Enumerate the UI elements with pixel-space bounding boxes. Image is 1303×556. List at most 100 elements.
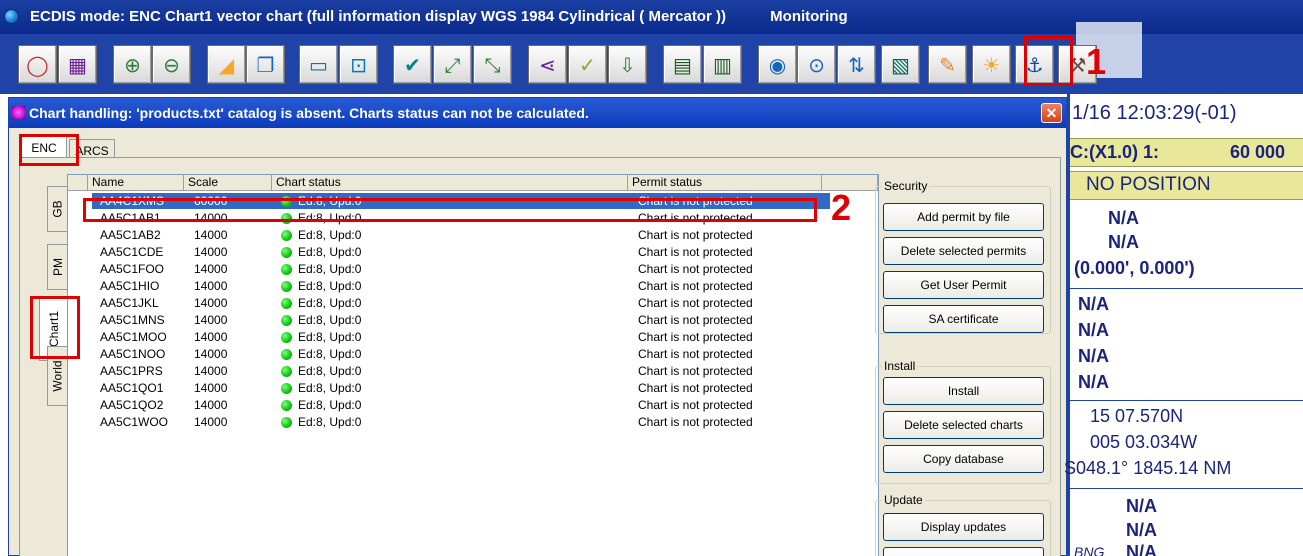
display-updates-button[interactable]: Display updates [883, 513, 1044, 541]
value-na-9: N/A [1126, 542, 1157, 556]
close-button[interactable]: ✕ [1041, 103, 1062, 123]
status-dot-icon [281, 383, 292, 394]
pencil-icon: ✎ [939, 52, 956, 77]
zoom-in-button[interactable]: ⊕ [113, 45, 152, 84]
permit-status: Chart is not protected [638, 347, 753, 361]
side-tab-pm[interactable]: PM [47, 244, 69, 290]
chart-handling-dialog: Chart handling: 'products.txt' catalog i… [8, 97, 1067, 556]
layers-button[interactable]: ❐ [246, 45, 285, 84]
side-tab-gb[interactable]: GB [47, 186, 69, 232]
scale-row: C:(X1.0) 1: 60 000 [1070, 138, 1303, 167]
chart-status: Ed:8, Upd:0 [298, 228, 362, 242]
table-row[interactable]: AA5C1MNS 14000 Ed:8, Upd:0 Chart is not pro… [68, 312, 878, 328]
annotation-box-row [83, 198, 817, 222]
check-route-button[interactable]: ✓ [568, 45, 607, 84]
value-na-6: N/A [1078, 372, 1109, 392]
route-ab-button[interactable]: ⤢ [433, 45, 472, 84]
table-row[interactable]: AA5C1NOO 14000 Ed:8, Upd:0 Chart is not pro… [68, 346, 878, 362]
install-group: Install Install Delete selected charts C… [875, 359, 1051, 484]
security-group-label: Security [882, 179, 930, 193]
table-row[interactable]: AA5C1CDE 14000 Ed:8, Upd:0 Chart is not pro… [68, 244, 878, 260]
chart-name: AA5C1HIO [100, 279, 160, 293]
target-icon: ◉ [768, 52, 787, 77]
permit-status: Chart is not protected [638, 398, 753, 412]
share-nodes-button[interactable]: ⋖ [528, 45, 567, 84]
column-header-permit-status[interactable]: Permit status [628, 175, 822, 191]
chart-scale: 14000 [194, 245, 228, 259]
chart-list[interactable]: Name Scale Chart status Permit status AA… [67, 174, 879, 556]
pencil-button[interactable]: ✎ [928, 45, 967, 84]
chart-handling-icon: ▧ [891, 52, 910, 77]
value-na-3: N/A [1078, 294, 1109, 314]
copy-database-button[interactable]: Copy database [883, 445, 1044, 473]
download-route-icon: ⇩ [619, 52, 636, 77]
download-route-button[interactable]: ⇩ [608, 45, 647, 84]
sa-certificate-button[interactable]: SA certificate [883, 305, 1044, 333]
separator [1070, 488, 1303, 489]
annotation-number-1: 1 [1086, 41, 1107, 82]
table-row[interactable]: AA5C1AB2 14000 Ed:8, Upd:0 Chart is not pro… [68, 227, 878, 243]
install-button[interactable]: Install [883, 377, 1044, 405]
chart-book-button[interactable]: ▥ [703, 45, 742, 84]
permit-status: Chart is not protected [638, 296, 753, 310]
layers-icon: ❐ [256, 52, 275, 77]
chart-add-button[interactable]: ▤ [663, 45, 702, 84]
column-header-name[interactable]: Name [88, 175, 184, 191]
table-row[interactable]: AA5C1MOO 14000 Ed:8, Upd:0 Chart is not pro… [68, 329, 878, 345]
permit-status: Chart is not protected [638, 313, 753, 327]
chart-status: Ed:8, Upd:0 [298, 296, 362, 310]
chart-area-button[interactable]: ◢ [207, 45, 246, 84]
table-row[interactable]: AA5C1QO2 14000 Ed:8, Upd:0 Chart is not pro… [68, 397, 878, 413]
chart-fit-button[interactable]: ⊡ [339, 45, 378, 84]
chart-frame-button[interactable]: ▭ [299, 45, 338, 84]
permit-status: Chart is not protected [638, 279, 753, 293]
list-header: Name Scale Chart status Permit status [68, 175, 878, 191]
calendar-add-button[interactable]: ▦ [58, 45, 97, 84]
value-na-1: N/A [1108, 208, 1139, 228]
table-row[interactable]: AA5C1PRS 14000 Ed:8, Upd:0 Chart is not pro… [68, 363, 878, 379]
chart-name: AA5C1NOO [100, 347, 166, 361]
zoom-out-button[interactable]: ⊖ [152, 45, 191, 84]
status-dot-icon [281, 366, 292, 377]
chart-status: Ed:8, Upd:0 [298, 347, 362, 361]
annotation-number-2: 2 [831, 187, 852, 228]
table-row[interactable]: AA5C1WOO 14000 Ed:8, Upd:0 Chart is not pro… [68, 414, 878, 430]
scale-prefix: C:(X1.0) 1: [1070, 142, 1160, 162]
bng-label: BNG [1074, 544, 1105, 556]
lifebuoy-button[interactable]: ◯ [18, 45, 57, 84]
chart-name: AA5C1QO2 [100, 398, 164, 412]
status-dot-icon [281, 247, 292, 258]
delete-selected-charts-button[interactable]: Delete selected charts [883, 411, 1044, 439]
chart-status: Ed:8, Upd:0 [298, 245, 362, 259]
target-arrows-button[interactable]: ⇅ [837, 45, 876, 84]
chart-handling-button[interactable]: ▧ [881, 45, 920, 84]
annotation-box-enc-tab [19, 134, 79, 166]
offset-value: (0.000', 0.000') [1074, 258, 1195, 278]
position-row: NO POSITION [1070, 171, 1303, 200]
target-frame-button[interactable]: ⊙ [797, 45, 836, 84]
table-row[interactable]: AA5C1FOO 14000 Ed:8, Upd:0 Chart is not pro… [68, 261, 878, 277]
sun-button[interactable]: ☀ [972, 45, 1011, 84]
table-row[interactable]: AA5C1HIO 14000 Ed:8, Upd:0 Chart is not pro… [68, 278, 878, 294]
route-ab2-button[interactable]: ⤡ [473, 45, 512, 84]
column-header-chart-status[interactable]: Chart status [272, 175, 628, 191]
table-row[interactable]: AA5C1JKL 14000 Ed:8, Upd:0 Chart is not pro… [68, 295, 878, 311]
ship-check-button[interactable]: ✔ [393, 45, 432, 84]
chart-scale: 14000 [194, 262, 228, 276]
calendar-add-icon: ▦ [68, 52, 87, 77]
chart-name: AA5C1QO1 [100, 381, 164, 395]
status-dot-icon [281, 349, 292, 360]
permit-status: Chart is not protected [638, 364, 753, 378]
monitoring-status: Monitoring [770, 8, 848, 25]
update-extra-button[interactable] [883, 547, 1044, 556]
table-row[interactable]: AA5C1QO1 14000 Ed:8, Upd:0 Chart is not pro… [68, 380, 878, 396]
chart-status: Ed:8, Upd:0 [298, 381, 362, 395]
chart-scale: 14000 [194, 381, 228, 395]
delete-selected-permits-button[interactable]: Delete selected permits [883, 237, 1044, 265]
chart-name: AA5C1PRS [100, 364, 163, 378]
column-header-scale[interactable]: Scale [184, 175, 272, 191]
add-permit-by-file-button[interactable]: Add permit by file [883, 203, 1044, 231]
target-button[interactable]: ◉ [758, 45, 797, 84]
get-user-permit-button[interactable]: Get User Permit [883, 271, 1044, 299]
annotation-box-1 [1024, 36, 1073, 86]
